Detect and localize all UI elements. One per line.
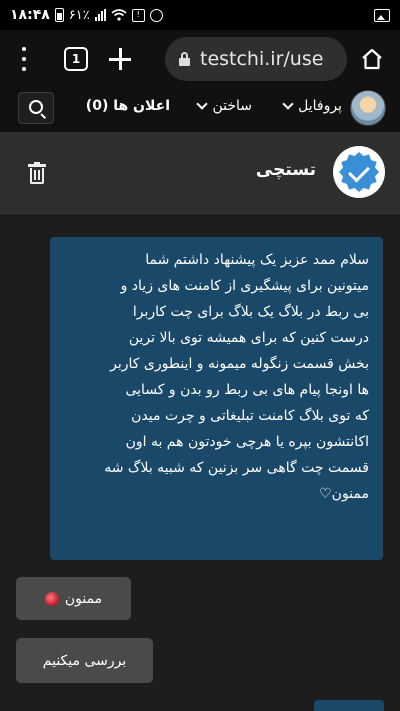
- alarm-icon: [149, 8, 163, 22]
- reply-thanks-label: ممنون: [64, 590, 103, 607]
- search-icon[interactable]: [18, 92, 54, 124]
- reply-thanks-button[interactable]: ممنون: [16, 577, 131, 620]
- wifi-icon: [111, 9, 127, 21]
- status-bar: ۱۸:۴۸ ۶۱٪ !: [0, 0, 400, 30]
- reply-review-button[interactable]: بررسی میکنیم: [16, 638, 153, 683]
- tab-switcher-button[interactable]: 1: [64, 47, 88, 71]
- signal-icon: [94, 9, 106, 21]
- home-icon[interactable]: [355, 42, 389, 76]
- nav-notifications-menu[interactable]: اعلان ها (0): [86, 98, 170, 114]
- battery-percent: ۶۱٪: [68, 7, 90, 23]
- chat-title: تستچی: [255, 160, 316, 180]
- status-left: ۱۸:۴۸ ۶۱٪ !: [10, 7, 163, 23]
- nav-build-menu[interactable]: ساختن: [196, 98, 252, 114]
- lock-icon: [179, 52, 190, 66]
- battery-icon: [54, 8, 64, 22]
- address-bar[interactable]: testchi.ir/use: [165, 37, 347, 81]
- message-text: سلام ممد عزیز یک پیشنهاد داشتم شما میتون…: [104, 252, 369, 502]
- next-message-bubble: [314, 700, 384, 711]
- new-tab-icon[interactable]: [106, 45, 134, 73]
- more-menu-icon[interactable]: [20, 47, 28, 71]
- nav-build-label: ساختن: [212, 98, 252, 114]
- site-navbar: پروفایل ساختن اعلان ها (0): [0, 88, 400, 132]
- nav-profile-label: پروفایل: [298, 98, 342, 114]
- status-time: ۱۸:۴۸: [10, 7, 50, 23]
- chat-header: تستچی: [0, 132, 400, 214]
- chevron-down-icon: [196, 98, 209, 110]
- browser-toolbar: 1 testchi.ir/use: [0, 30, 400, 88]
- nav-notifications-label: اعلان ها (0): [85, 98, 170, 114]
- reply-review-label: بررسی میکنیم: [42, 652, 127, 669]
- user-avatar[interactable]: [350, 90, 386, 126]
- gallery-notification-icon: [374, 8, 390, 22]
- chevron-down-icon: [282, 98, 294, 110]
- chat-avatar: [333, 146, 385, 198]
- verified-badge-icon: [339, 152, 379, 192]
- nav-profile-menu[interactable]: پروفایل: [282, 98, 342, 114]
- trash-icon[interactable]: [28, 162, 46, 184]
- rose-icon: [44, 591, 59, 606]
- url-text: testchi.ir/use: [200, 48, 324, 70]
- notification-icon: !: [131, 8, 145, 22]
- message-bubble: سلام ممد عزیز یک پیشنهاد داشتم شما میتون…: [50, 237, 383, 560]
